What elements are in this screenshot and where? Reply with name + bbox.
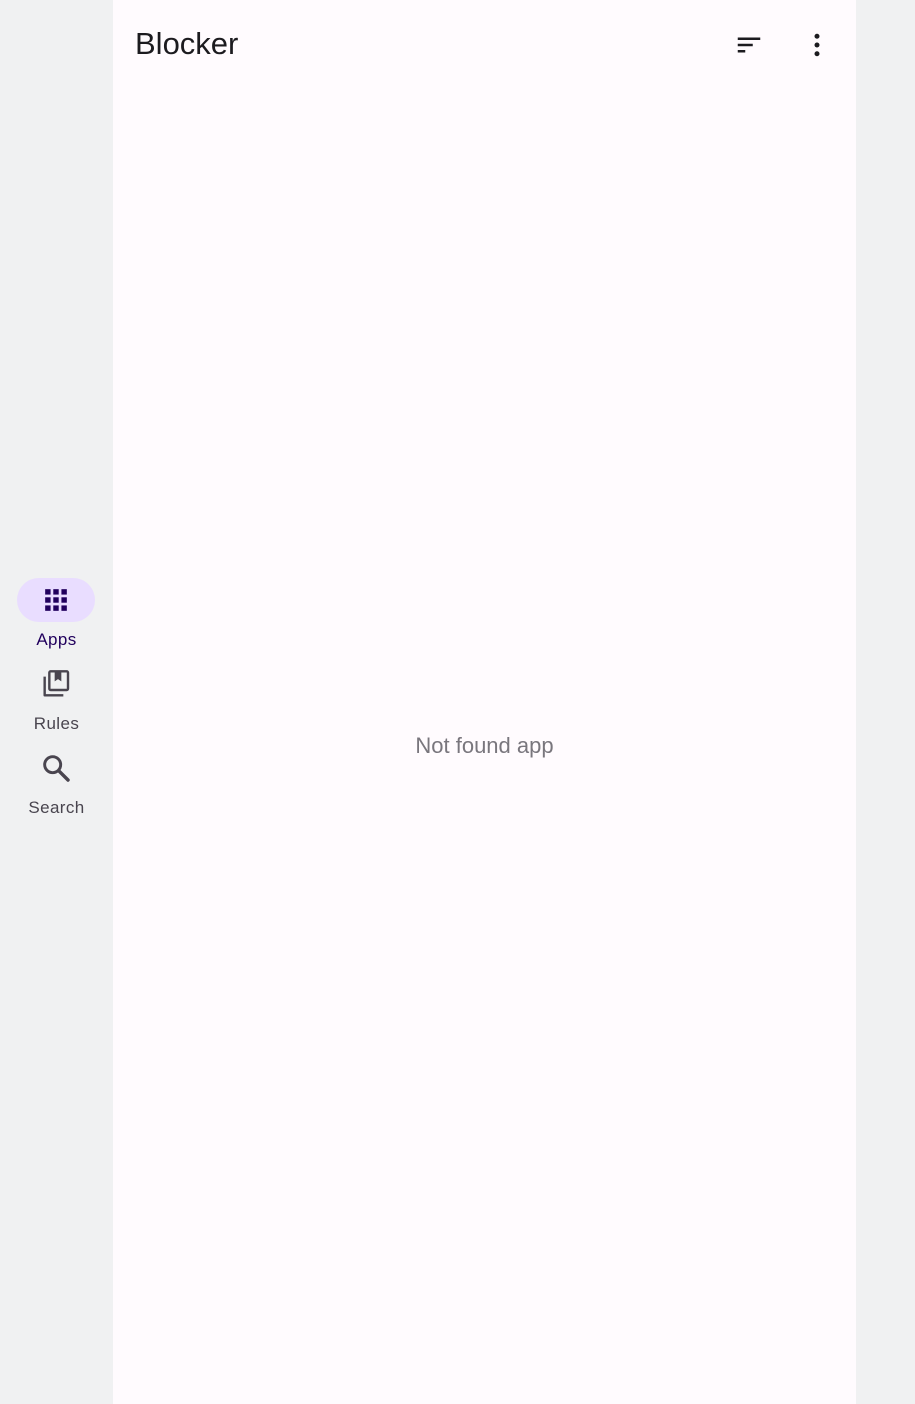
search-icon	[43, 755, 70, 782]
rules-library-icon	[43, 670, 70, 697]
main-content: Blocker Not found app	[113, 0, 856, 1404]
more-options-button[interactable]	[793, 21, 841, 69]
empty-state-message: Not found app	[415, 733, 554, 758]
more-vert-icon	[814, 33, 820, 57]
right-margin	[856, 0, 915, 1404]
apps-grid-icon	[45, 589, 67, 611]
nav-label-rules: Rules	[33, 714, 80, 733]
sort-icon	[737, 37, 761, 53]
nav-item-rules[interactable]: Rules	[0, 662, 113, 738]
nav-item-search[interactable]: Search	[0, 746, 113, 822]
top-app-bar: Blocker	[113, 0, 856, 90]
nav-active-indicator	[17, 578, 95, 622]
nav-label-apps: Apps	[36, 630, 77, 649]
sort-button[interactable]	[725, 21, 773, 69]
nav-label-search: Search	[28, 798, 85, 817]
page-title: Blocker	[135, 26, 239, 61]
nav-item-apps[interactable]: Apps	[0, 578, 113, 654]
navigation-rail: Apps Rules Search	[0, 0, 113, 1404]
